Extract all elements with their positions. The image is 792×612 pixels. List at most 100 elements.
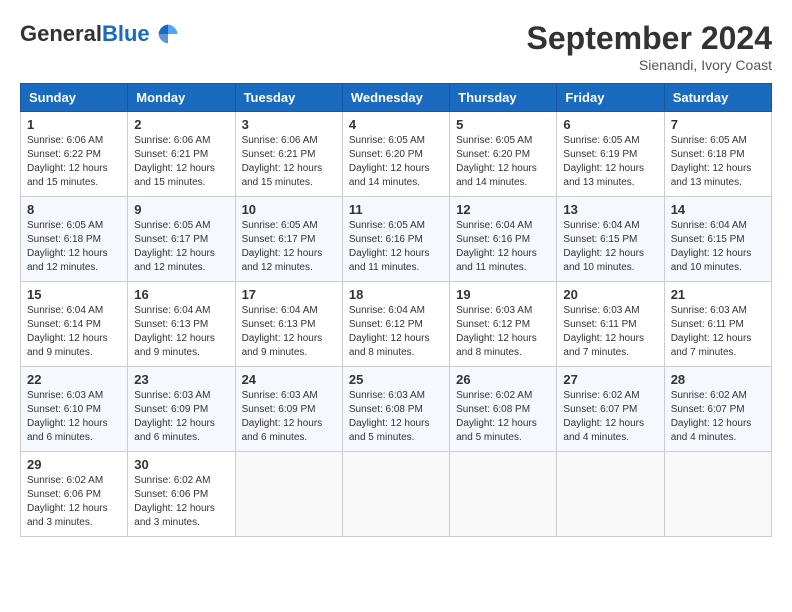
calendar-cell: 17 Sunrise: 6:04 AMSunset: 6:13 PMDayligh… bbox=[235, 282, 342, 367]
day-info: Sunrise: 6:02 AMSunset: 6:06 PMDaylight:… bbox=[134, 474, 228, 530]
day-number: 6 bbox=[563, 117, 657, 132]
col-header-sunday: Sunday bbox=[21, 84, 128, 112]
day-number: 27 bbox=[563, 372, 657, 387]
day-number: 18 bbox=[349, 287, 443, 302]
calendar-cell: 3 Sunrise: 6:06 AMSunset: 6:21 PMDaylight… bbox=[235, 112, 342, 197]
day-info: Sunrise: 6:05 AMSunset: 6:16 PMDaylight:… bbox=[349, 219, 443, 275]
calendar-cell bbox=[235, 452, 342, 537]
day-info: Sunrise: 6:04 AMSunset: 6:13 PMDaylight:… bbox=[134, 304, 228, 360]
day-info: Sunrise: 6:06 AMSunset: 6:21 PMDaylight:… bbox=[242, 134, 336, 190]
day-info: Sunrise: 6:06 AMSunset: 6:21 PMDaylight:… bbox=[134, 134, 228, 190]
day-number: 12 bbox=[456, 202, 550, 217]
day-info: Sunrise: 6:05 AMSunset: 6:17 PMDaylight:… bbox=[134, 219, 228, 275]
calendar-cell: 14 Sunrise: 6:04 AMSunset: 6:15 PMDayligh… bbox=[664, 197, 771, 282]
day-info: Sunrise: 6:03 AMSunset: 6:11 PMDaylight:… bbox=[671, 304, 765, 360]
day-number: 2 bbox=[134, 117, 228, 132]
day-number: 25 bbox=[349, 372, 443, 387]
day-number: 3 bbox=[242, 117, 336, 132]
calendar-cell: 26 Sunrise: 6:02 AMSunset: 6:08 PMDayligh… bbox=[450, 367, 557, 452]
logo-icon bbox=[154, 20, 182, 48]
calendar-cell bbox=[664, 452, 771, 537]
day-info: Sunrise: 6:05 AMSunset: 6:18 PMDaylight:… bbox=[671, 134, 765, 190]
calendar-cell: 10 Sunrise: 6:05 AMSunset: 6:17 PMDayligh… bbox=[235, 197, 342, 282]
day-number: 4 bbox=[349, 117, 443, 132]
day-info: Sunrise: 6:03 AMSunset: 6:09 PMDaylight:… bbox=[242, 389, 336, 445]
calendar-cell: 8 Sunrise: 6:05 AMSunset: 6:18 PMDaylight… bbox=[21, 197, 128, 282]
calendar-cell: 4 Sunrise: 6:05 AMSunset: 6:20 PMDaylight… bbox=[342, 112, 449, 197]
day-info: Sunrise: 6:05 AMSunset: 6:17 PMDaylight:… bbox=[242, 219, 336, 275]
week-row-2: 8 Sunrise: 6:05 AMSunset: 6:18 PMDaylight… bbox=[21, 197, 772, 282]
day-info: Sunrise: 6:02 AMSunset: 6:06 PMDaylight:… bbox=[27, 474, 121, 530]
logo-text: GeneralBlue bbox=[20, 20, 182, 48]
day-info: Sunrise: 6:04 AMSunset: 6:14 PMDaylight:… bbox=[27, 304, 121, 360]
day-number: 17 bbox=[242, 287, 336, 302]
day-info: Sunrise: 6:04 AMSunset: 6:15 PMDaylight:… bbox=[563, 219, 657, 275]
day-number: 20 bbox=[563, 287, 657, 302]
day-number: 9 bbox=[134, 202, 228, 217]
day-number: 19 bbox=[456, 287, 550, 302]
day-number: 13 bbox=[563, 202, 657, 217]
col-header-saturday: Saturday bbox=[664, 84, 771, 112]
calendar-cell: 6 Sunrise: 6:05 AMSunset: 6:19 PMDaylight… bbox=[557, 112, 664, 197]
calendar-cell: 16 Sunrise: 6:04 AMSunset: 6:13 PMDayligh… bbox=[128, 282, 235, 367]
day-number: 23 bbox=[134, 372, 228, 387]
col-header-friday: Friday bbox=[557, 84, 664, 112]
calendar-cell: 13 Sunrise: 6:04 AMSunset: 6:15 PMDayligh… bbox=[557, 197, 664, 282]
calendar-cell: 24Sunrise: 6:03 AMSunset: 6:09 PMDayligh… bbox=[235, 367, 342, 452]
day-number: 14 bbox=[671, 202, 765, 217]
calendar-cell: 21 Sunrise: 6:03 AMSunset: 6:11 PMDayligh… bbox=[664, 282, 771, 367]
location-subtitle: Sienandi, Ivory Coast bbox=[527, 57, 772, 73]
calendar-cell: 19 Sunrise: 6:03 AMSunset: 6:12 PMDayligh… bbox=[450, 282, 557, 367]
day-info: Sunrise: 6:04 AMSunset: 6:12 PMDaylight:… bbox=[349, 304, 443, 360]
day-info: Sunrise: 6:05 AMSunset: 6:19 PMDaylight:… bbox=[563, 134, 657, 190]
calendar-cell bbox=[450, 452, 557, 537]
week-row-3: 15 Sunrise: 6:04 AMSunset: 6:14 PMDayligh… bbox=[21, 282, 772, 367]
calendar-cell bbox=[557, 452, 664, 537]
title-area: September 2024 Sienandi, Ivory Coast bbox=[527, 20, 772, 73]
day-number: 22 bbox=[27, 372, 121, 387]
day-number: 11 bbox=[349, 202, 443, 217]
day-info: Sunrise: 6:04 AMSunset: 6:15 PMDaylight:… bbox=[671, 219, 765, 275]
col-header-monday: Monday bbox=[128, 84, 235, 112]
calendar-cell: 1Sunrise: 6:06 AMSunset: 6:22 PMDaylight… bbox=[21, 112, 128, 197]
day-number: 15 bbox=[27, 287, 121, 302]
calendar-cell: 23Sunrise: 6:03 AMSunset: 6:09 PMDayligh… bbox=[128, 367, 235, 452]
calendar-cell: 27 Sunrise: 6:02 AMSunset: 6:07 PMDayligh… bbox=[557, 367, 664, 452]
calendar-header-row: SundayMondayTuesdayWednesdayThursdayFrid… bbox=[21, 84, 772, 112]
day-info: Sunrise: 6:02 AMSunset: 6:08 PMDaylight:… bbox=[456, 389, 550, 445]
calendar-cell: 20 Sunrise: 6:03 AMSunset: 6:11 PMDayligh… bbox=[557, 282, 664, 367]
day-number: 7 bbox=[671, 117, 765, 132]
logo-general: GeneralBlue bbox=[20, 21, 150, 47]
day-number: 21 bbox=[671, 287, 765, 302]
calendar-cell bbox=[342, 452, 449, 537]
day-number: 8 bbox=[27, 202, 121, 217]
day-info: Sunrise: 6:05 AMSunset: 6:20 PMDaylight:… bbox=[349, 134, 443, 190]
col-header-thursday: Thursday bbox=[450, 84, 557, 112]
day-info: Sunrise: 6:05 AMSunset: 6:18 PMDaylight:… bbox=[27, 219, 121, 275]
day-number: 29 bbox=[27, 457, 121, 472]
calendar-cell: 7 Sunrise: 6:05 AMSunset: 6:18 PMDaylight… bbox=[664, 112, 771, 197]
day-info: Sunrise: 6:06 AMSunset: 6:22 PMDaylight:… bbox=[27, 134, 121, 190]
day-info: Sunrise: 6:02 AMSunset: 6:07 PMDaylight:… bbox=[563, 389, 657, 445]
day-number: 28 bbox=[671, 372, 765, 387]
day-info: Sunrise: 6:03 AMSunset: 6:08 PMDaylight:… bbox=[349, 389, 443, 445]
week-row-1: 1Sunrise: 6:06 AMSunset: 6:22 PMDaylight… bbox=[21, 112, 772, 197]
calendar-cell: 28 Sunrise: 6:02 AMSunset: 6:07 PMDayligh… bbox=[664, 367, 771, 452]
page-header: GeneralBlue September 2024 Sienandi, Ivo… bbox=[20, 20, 772, 73]
day-info: Sunrise: 6:03 AMSunset: 6:11 PMDaylight:… bbox=[563, 304, 657, 360]
day-info: Sunrise: 6:05 AMSunset: 6:20 PMDaylight:… bbox=[456, 134, 550, 190]
day-number: 26 bbox=[456, 372, 550, 387]
day-info: Sunrise: 6:02 AMSunset: 6:07 PMDaylight:… bbox=[671, 389, 765, 445]
col-header-wednesday: Wednesday bbox=[342, 84, 449, 112]
day-info: Sunrise: 6:03 AMSunset: 6:12 PMDaylight:… bbox=[456, 304, 550, 360]
calendar-table: SundayMondayTuesdayWednesdayThursdayFrid… bbox=[20, 83, 772, 537]
calendar-cell: 18 Sunrise: 6:04 AMSunset: 6:12 PMDayligh… bbox=[342, 282, 449, 367]
calendar-cell: 15 Sunrise: 6:04 AMSunset: 6:14 PMDayligh… bbox=[21, 282, 128, 367]
col-header-tuesday: Tuesday bbox=[235, 84, 342, 112]
day-number: 16 bbox=[134, 287, 228, 302]
day-info: Sunrise: 6:04 AMSunset: 6:13 PMDaylight:… bbox=[242, 304, 336, 360]
day-number: 10 bbox=[242, 202, 336, 217]
calendar-cell: 5Sunrise: 6:05 AMSunset: 6:20 PMDaylight… bbox=[450, 112, 557, 197]
week-row-5: 29 Sunrise: 6:02 AMSunset: 6:06 PMDayligh… bbox=[21, 452, 772, 537]
calendar-cell: 2 Sunrise: 6:06 AMSunset: 6:21 PMDaylight… bbox=[128, 112, 235, 197]
